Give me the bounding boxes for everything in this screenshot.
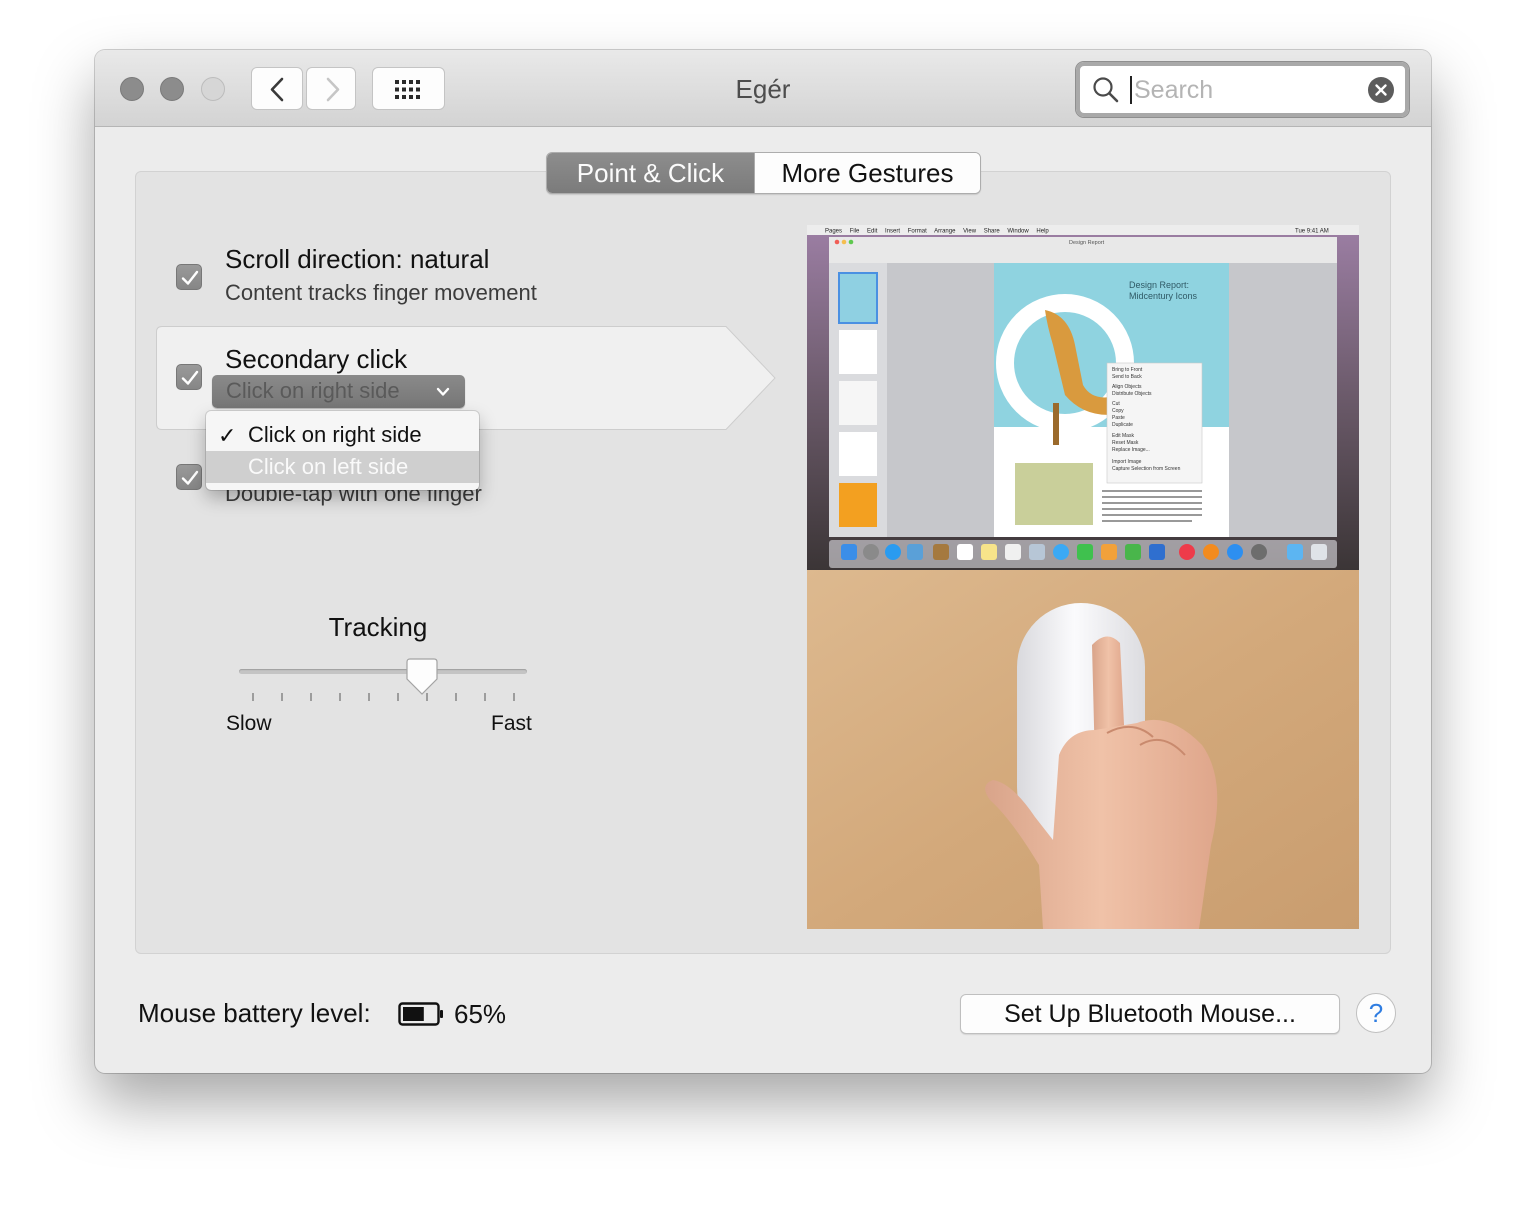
menu-item-label: Click on right side bbox=[248, 422, 422, 447]
svg-text:Copy: Copy bbox=[1112, 408, 1124, 414]
search-field[interactable] bbox=[1076, 62, 1409, 117]
tracking-max-label: Fast bbox=[491, 712, 532, 735]
secondary-click-title: Secondary click bbox=[225, 344, 408, 374]
secondary-click-menu: ✓ Click on right side Click on left side bbox=[206, 411, 479, 490]
gesture-preview: Pages File Edit Insert Format Arrange Vi… bbox=[807, 225, 1359, 929]
svg-text:Edit Mask: Edit Mask bbox=[1112, 433, 1134, 439]
scroll-direction-subtitle: Content tracks finger movement bbox=[225, 280, 537, 305]
doc-heading-line1: Design Report: bbox=[1129, 280, 1189, 290]
battery-percent: 65% bbox=[454, 999, 507, 1029]
search-icon bbox=[1093, 77, 1119, 103]
svg-text:Duplicate: Duplicate bbox=[1112, 422, 1133, 428]
slider-tick bbox=[455, 693, 457, 701]
svg-text:Send to Back: Send to Back bbox=[1112, 374, 1142, 380]
setup-bluetooth-mouse-button[interactable]: Set Up Bluetooth Mouse... bbox=[960, 994, 1340, 1034]
slider-tick bbox=[252, 693, 254, 701]
tab-point-and-click[interactable]: Point & Click bbox=[547, 153, 754, 193]
svg-text:Bring to Front: Bring to Front bbox=[1112, 367, 1143, 373]
popup-selected-value: Click on right side bbox=[226, 378, 400, 403]
secondary-click-checkbox[interactable] bbox=[176, 364, 202, 390]
svg-text:Import Image: Import Image bbox=[1112, 459, 1142, 465]
menu-checkmark: ✓ bbox=[218, 423, 237, 448]
doc-title: Design Report bbox=[1069, 240, 1105, 246]
chevron-down-icon bbox=[436, 387, 450, 396]
battery-level-label: Mouse battery level: bbox=[138, 998, 371, 1028]
smart-zoom-checkbox[interactable] bbox=[176, 464, 202, 490]
tracking-label: Tracking bbox=[328, 612, 428, 642]
checkmark-icon bbox=[181, 470, 199, 485]
slider-tick bbox=[484, 693, 486, 701]
slider-tick bbox=[310, 693, 312, 701]
menubar-text: Pages File Edit Insert Format Arrange Vi… bbox=[825, 229, 1049, 235]
secondary-click-popup[interactable]: Click on right side bbox=[212, 375, 465, 408]
tab-more-gestures[interactable]: More Gestures bbox=[754, 153, 980, 193]
menu-item-label: Click on left side bbox=[248, 454, 409, 479]
help-button[interactable]: ? bbox=[1356, 993, 1396, 1033]
scroll-direction-title: Scroll direction: natural bbox=[225, 244, 490, 274]
close-icon bbox=[1375, 84, 1387, 96]
svg-text:Distribute Objects: Distribute Objects bbox=[1112, 391, 1152, 397]
menu-item-left-side[interactable]: Click on left side bbox=[206, 451, 479, 483]
tab-bar: Point & Click More Gestures bbox=[546, 152, 981, 194]
menubar-clock: Tue 9:41 AM bbox=[1295, 229, 1329, 235]
svg-text:Replace Image...: Replace Image... bbox=[1112, 447, 1150, 453]
checkmark-icon bbox=[181, 270, 199, 285]
checkmark-icon bbox=[181, 370, 199, 385]
clear-search-button[interactable] bbox=[1368, 77, 1394, 103]
title-bar: Egér bbox=[95, 50, 1431, 127]
slider-tick bbox=[368, 693, 370, 701]
svg-text:Reset Mask: Reset Mask bbox=[1112, 440, 1139, 446]
battery-icon bbox=[398, 1002, 443, 1026]
tracking-slider-track[interactable] bbox=[239, 669, 527, 674]
svg-text:Align Objects: Align Objects bbox=[1112, 384, 1142, 390]
svg-text:Cut: Cut bbox=[1112, 401, 1120, 407]
preview-illustration: Pages File Edit Insert Format Arrange Vi… bbox=[807, 225, 1359, 929]
slider-tick bbox=[513, 693, 515, 701]
slider-tick bbox=[339, 693, 341, 701]
tracking-min-label: Slow bbox=[226, 712, 272, 735]
menu-item-right-side[interactable]: ✓ Click on right side bbox=[206, 419, 479, 451]
slider-tick bbox=[397, 693, 399, 701]
preferences-window: Egér Point & Click More Gestures Scrol bbox=[95, 50, 1431, 1073]
search-input[interactable] bbox=[1132, 72, 1356, 108]
doc-heading-line2: Midcentury Icons bbox=[1129, 291, 1198, 301]
tracking-slider-thumb[interactable] bbox=[406, 658, 438, 696]
scroll-direction-checkbox[interactable] bbox=[176, 264, 202, 290]
svg-text:Capture Selection from Screen: Capture Selection from Screen bbox=[1112, 466, 1181, 472]
slider-tick bbox=[281, 693, 283, 701]
svg-text:Paste: Paste bbox=[1112, 415, 1125, 421]
